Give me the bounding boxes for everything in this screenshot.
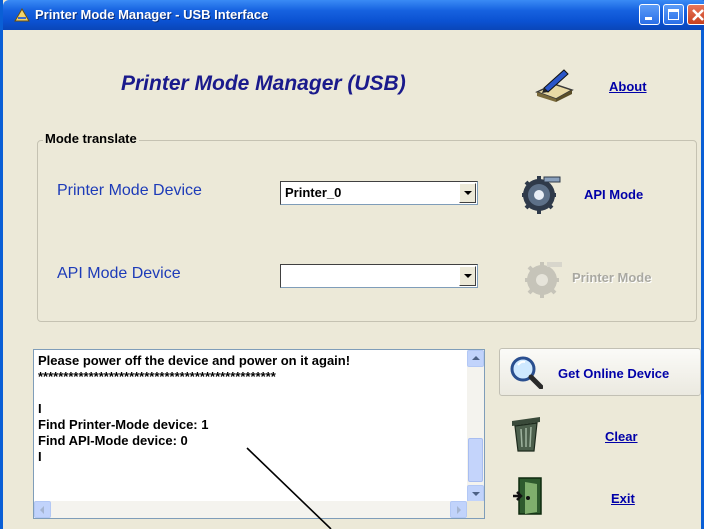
main-window: Printer Mode Manager - USB Interface Pri… bbox=[0, 0, 704, 529]
vertical-scrollbar[interactable] bbox=[467, 350, 484, 502]
book-pen-icon[interactable] bbox=[534, 66, 576, 102]
scrollbar-corner bbox=[467, 501, 484, 518]
maximize-button[interactable] bbox=[663, 4, 684, 25]
title-bar[interactable]: Printer Mode Manager - USB Interface bbox=[3, 0, 704, 30]
app-icon bbox=[14, 8, 30, 22]
printer-mode-label: Printer Mode bbox=[572, 270, 652, 285]
printer-mode-device-value: Printer_0 bbox=[285, 185, 342, 200]
scroll-right-icon[interactable] bbox=[450, 501, 467, 518]
scroll-thumb[interactable] bbox=[468, 438, 483, 482]
api-mode-button[interactable]: API Mode bbox=[584, 187, 643, 202]
mode-translate-title: Mode translate bbox=[43, 131, 139, 146]
gear-icon[interactable] bbox=[520, 172, 562, 214]
exit-button[interactable]: Exit bbox=[611, 491, 635, 506]
exit-door-icon[interactable] bbox=[511, 476, 547, 516]
window-title: Printer Mode Manager - USB Interface bbox=[35, 7, 269, 22]
printer-mode-device-select[interactable]: Printer_0 bbox=[280, 181, 478, 205]
api-mode-device-select[interactable] bbox=[280, 264, 478, 288]
chevron-down-icon[interactable] bbox=[459, 266, 476, 286]
log-line: I bbox=[38, 449, 42, 464]
log-textarea[interactable]: Please power off the device and power on… bbox=[33, 349, 485, 519]
horizontal-scrollbar[interactable] bbox=[34, 501, 467, 518]
log-line: I bbox=[38, 401, 42, 416]
get-online-device-label: Get Online Device bbox=[558, 366, 670, 381]
scroll-up-icon[interactable] bbox=[467, 350, 484, 367]
log-line: Find API-Mode device: 0 bbox=[38, 433, 188, 448]
close-button[interactable] bbox=[687, 4, 704, 25]
api-mode-device-label: API Mode Device bbox=[57, 265, 181, 282]
maximize-icon bbox=[668, 9, 679, 20]
get-online-device-button[interactable]: Get Online Device bbox=[499, 348, 701, 396]
chevron-down-icon[interactable] bbox=[459, 183, 476, 203]
log-lines: Please power off the device and power on… bbox=[38, 353, 350, 465]
printer-mode-device-label: Printer Mode Device bbox=[57, 182, 202, 199]
exit-label: Exit bbox=[611, 491, 635, 506]
trash-can-icon[interactable] bbox=[509, 413, 543, 453]
scroll-down-icon[interactable] bbox=[467, 485, 484, 502]
api-mode-label: API Mode bbox=[584, 187, 644, 202]
log-line: Find Printer-Mode device: 1 bbox=[38, 417, 209, 432]
mode-translate-group bbox=[37, 140, 697, 322]
page-heading: Printer Mode Manager (USB) bbox=[121, 72, 406, 95]
gear-icon-disabled bbox=[525, 262, 562, 298]
clear-label: Clear bbox=[605, 429, 638, 444]
clear-button[interactable]: Clear bbox=[605, 429, 638, 444]
log-line: Please power off the device and power on… bbox=[38, 353, 351, 368]
close-icon bbox=[692, 9, 704, 21]
about-label: About bbox=[609, 79, 647, 94]
minimize-icon bbox=[645, 17, 652, 20]
log-line: ****************************************… bbox=[38, 369, 276, 384]
about-link[interactable]: About bbox=[609, 79, 647, 94]
minimize-button[interactable] bbox=[639, 4, 660, 25]
scroll-left-icon[interactable] bbox=[34, 501, 51, 518]
printer-mode-button[interactable]: Printer Mode bbox=[572, 270, 651, 285]
magnifier-icon bbox=[510, 356, 543, 389]
